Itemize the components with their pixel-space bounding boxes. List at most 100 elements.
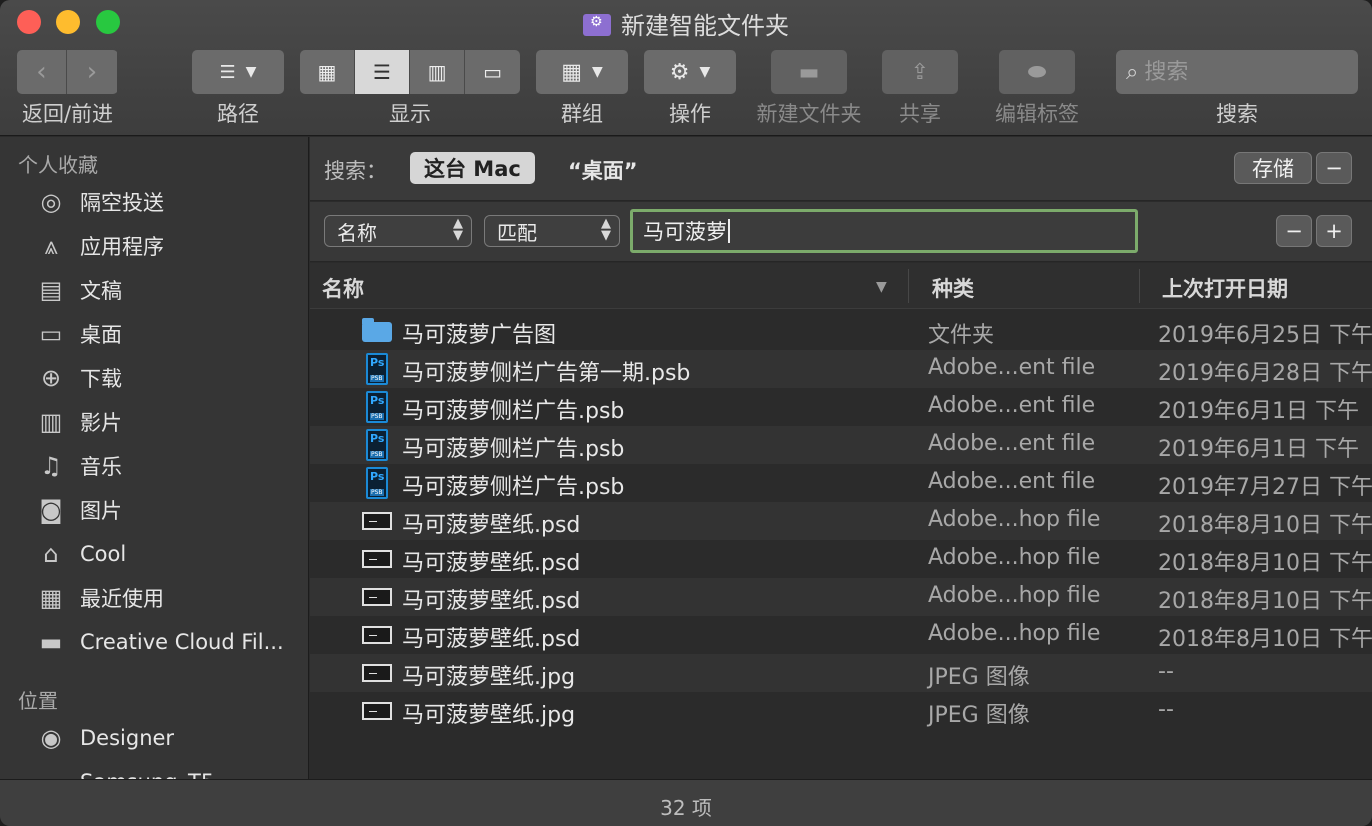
sidebar-item-label: 隔空投送 (80, 191, 164, 215)
sidebar-item-label: 影片 (80, 411, 122, 435)
file-name: 马可菠萝壁纸.jpg (402, 703, 576, 728)
table-row[interactable]: 马可菠萝壁纸.psd Adobe...hop file 2018年8月10日 下… (310, 616, 1372, 654)
sidebar-item-applications[interactable]: ⩓ 应用程序 (34, 226, 164, 266)
chevron-left-icon: ‹ (36, 57, 47, 87)
applications-icon: ⩓ (44, 232, 58, 260)
table-row[interactable]: 马可菠萝壁纸.jpg JPEG 图像 -- (310, 654, 1372, 692)
sidebar-item-movies[interactable]: ▥ 影片 (34, 402, 122, 442)
image-file-icon (362, 626, 392, 644)
gallery-view-button[interactable]: ▭ (465, 50, 520, 94)
forward-button[interactable]: › (67, 50, 117, 94)
file-date: 2019年7月27日 下午 (1158, 475, 1372, 500)
scope-this-mac-button[interactable]: 这台 Mac (410, 152, 535, 184)
sidebar-item-creative-cloud[interactable]: ▬ Creative Cloud Fil... (34, 622, 284, 662)
action-button[interactable]: ⚙ ▼ (644, 50, 736, 94)
file-date: 2018年8月10日 下午 (1158, 551, 1372, 576)
search-icon: ⌕ (1126, 59, 1139, 85)
path-icon: ☰ (219, 61, 236, 83)
file-date: 2019年6月28日 下午 (1158, 361, 1372, 386)
table-row[interactable]: Ps PSB 马可菠萝侧栏广告第一期.psb Adobe...ent file 2… (310, 350, 1372, 388)
sidebar-item-designer[interactable]: ◉ Designer (34, 718, 175, 758)
favorites-header: 个人收藏 (18, 153, 98, 177)
new-folder-button[interactable]: ▬ (771, 50, 847, 94)
downloads-icon: ⊕ (40, 364, 62, 392)
music-icon: ♫ (40, 452, 62, 480)
chevron-down-icon: ▼ (245, 64, 257, 80)
list-view-button[interactable]: ☰ (355, 50, 411, 94)
file-date: 2019年6月1日 下午 (1158, 399, 1359, 424)
sidebar-item-recents[interactable]: ▦ 最近使用 (34, 578, 164, 618)
sidebar-item-music[interactable]: ♫ 音乐 (34, 446, 122, 486)
edit-tags-label: 编辑标签 (995, 102, 1079, 126)
icon-view-button[interactable]: ▦ (300, 50, 356, 94)
search-input[interactable] (1144, 59, 1335, 85)
file-kind: Adobe...hop file (928, 583, 1101, 608)
image-file-icon (362, 664, 392, 682)
table-row[interactable]: 马可菠萝广告图 文件夹 2019年6月25日 下午 (310, 312, 1372, 350)
sidebar-item-label: 音乐 (80, 455, 122, 479)
image-file-icon (362, 550, 392, 568)
window-title: 新建智能文件夹 (0, 6, 1372, 41)
gear-icon: ⚙ (669, 59, 690, 85)
add-criteria-button[interactable]: + (1316, 215, 1352, 247)
column-name-header[interactable]: 名称 (322, 273, 364, 303)
sidebar-item-label: 桌面 (80, 323, 122, 347)
remove-criteria-button[interactable]: − (1276, 215, 1312, 247)
file-kind: Adobe...ent file (928, 393, 1096, 418)
criteria-value-field[interactable]: 马可菠萝 (630, 209, 1138, 253)
sidebar-item-documents[interactable]: ▤ 文稿 (34, 270, 122, 310)
table-row[interactable]: Ps PSB 马可菠萝侧栏广告.psb Adobe...ent file 2019… (310, 464, 1372, 502)
criteria-row: 名称 ▲ ▼ 匹配 ▲ ▼ 马可菠萝 − + (310, 202, 1372, 262)
table-row[interactable]: 马可菠萝壁纸.psd Adobe...hop file 2018年8月10日 下… (310, 502, 1372, 540)
sidebar-item-label: 图片 (80, 499, 122, 523)
file-name: 马可菠萝侧栏广告第一期.psb (402, 361, 691, 386)
sidebar-item-samsung-t5[interactable]: ▭ Samsung_T5 (34, 762, 215, 779)
attribute-popup[interactable]: 名称 ▲ ▼ (324, 215, 472, 247)
item-count: 32 项 (660, 796, 712, 820)
airdrop-icon: ◎ (40, 188, 62, 216)
documents-icon: ▤ (39, 276, 63, 304)
file-name: 马可菠萝壁纸.psd (402, 589, 581, 614)
column-divider[interactable] (1139, 269, 1140, 303)
sidebar-item-airdrop[interactable]: ◎ 隔空投送 (34, 182, 164, 222)
home-icon: ⌂ (43, 540, 59, 568)
share-button[interactable]: ⇪ (882, 50, 958, 94)
column-kind-header[interactable]: 种类 (932, 273, 974, 303)
scope-label: 搜索： (324, 159, 387, 183)
table-row[interactable]: 马可菠萝壁纸.jpg JPEG 图像 -- (310, 692, 1372, 730)
share-label: 共享 (899, 102, 941, 126)
table-row[interactable]: Ps PSB 马可菠萝侧栏广告.psb Adobe...ent file 2019… (310, 426, 1372, 464)
operator-popup[interactable]: 匹配 ▲ ▼ (484, 215, 620, 247)
path-button[interactable]: ☰ ▼ (192, 50, 284, 94)
table-row[interactable]: Ps PSB 马可菠萝侧栏广告.psb Adobe...ent file 2019… (310, 388, 1372, 426)
back-button[interactable]: ‹ (17, 50, 67, 94)
table-row[interactable]: 马可菠萝壁纸.psd Adobe...hop file 2018年8月10日 下… (310, 578, 1372, 616)
path-label: 路径 (217, 102, 259, 126)
file-name: 马可菠萝侧栏广告.psb (402, 399, 625, 424)
sidebar-item-downloads[interactable]: ⊕ 下载 (34, 358, 122, 398)
save-button[interactable]: 存储 (1234, 152, 1312, 184)
column-divider[interactable] (908, 269, 909, 303)
status-bar: 32 项 (0, 779, 1372, 826)
new-folder-icon: ▬ (798, 59, 820, 85)
scope-desktop-button[interactable]: “桌面” (568, 155, 638, 185)
sidebar-item-pictures[interactable]: ◙ 图片 (34, 490, 122, 530)
file-kind: Adobe...ent file (928, 431, 1096, 456)
remove-search-button[interactable]: − (1316, 152, 1352, 184)
table-row[interactable]: 马可菠萝壁纸.psd Adobe...hop file 2018年8月10日 下… (310, 540, 1372, 578)
sort-chevron-icon: ▼ (876, 279, 887, 295)
search-field[interactable]: ⌕ (1116, 50, 1358, 94)
column-header: 名称 ▼ 种类 上次打开日期 (310, 263, 1372, 309)
sidebar-item-label: Samsung_T5 (80, 770, 214, 779)
group-button[interactable]: ▦ ▼ (536, 50, 628, 94)
sidebar-item-home[interactable]: ⌂ Cool (34, 534, 126, 574)
sidebar-item-label: Designer (80, 726, 175, 750)
sidebar-item-desktop[interactable]: ▭ 桌面 (34, 314, 122, 354)
sidebar-item-label: Creative Cloud Fil... (80, 630, 284, 654)
column-date-header[interactable]: 上次打开日期 (1162, 273, 1288, 303)
psb-file-icon: Ps PSB (366, 353, 388, 385)
image-file-icon (362, 512, 392, 530)
column-view-button[interactable]: ▥ (410, 50, 466, 94)
edit-tags-button[interactable]: ⬬ (999, 50, 1075, 94)
psb-file-icon: Ps PSB (366, 429, 388, 461)
